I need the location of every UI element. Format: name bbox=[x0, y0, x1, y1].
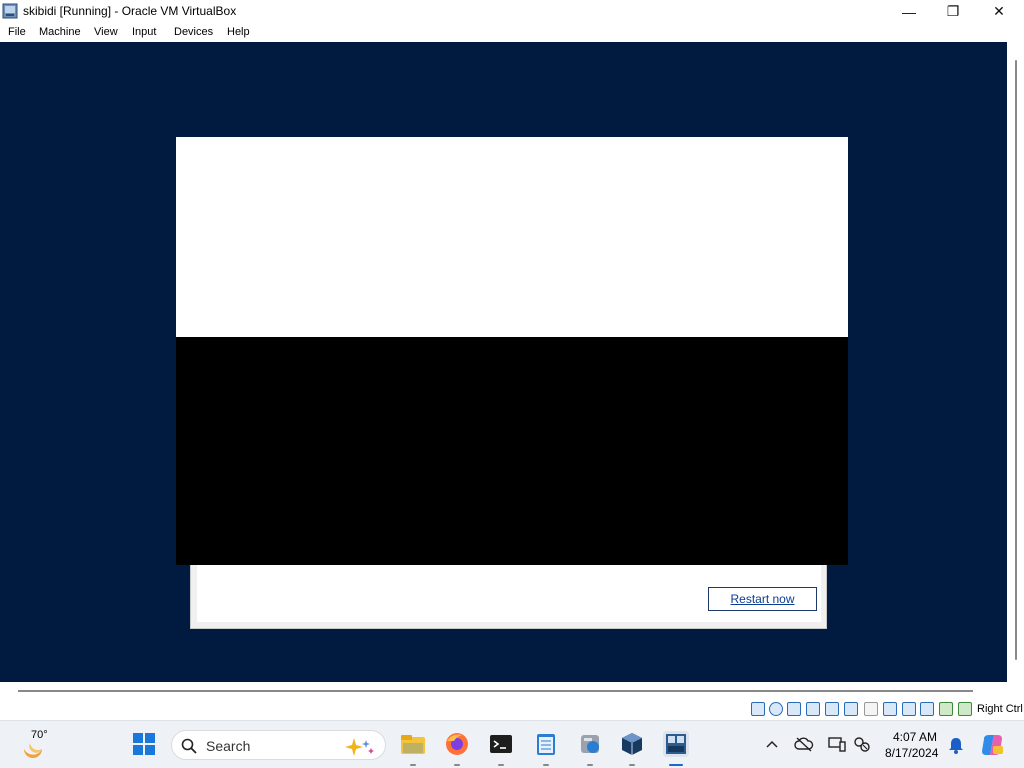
notepad-icon bbox=[537, 734, 555, 755]
copilot-sparkle-icon bbox=[345, 738, 374, 756]
dialog-redacted-area bbox=[176, 337, 848, 565]
firefox-icon bbox=[446, 733, 468, 755]
terminal-running-indicator bbox=[498, 764, 504, 766]
taskbar-app-firefox[interactable] bbox=[444, 731, 470, 757]
floppy-icon[interactable] bbox=[787, 702, 801, 716]
maximize-icon: ❐ bbox=[946, 3, 960, 19]
horizontal-scrollbar[interactable] bbox=[0, 682, 1024, 698]
copilot-icon[interactable] bbox=[980, 733, 1004, 757]
taskbar-search[interactable]: Search bbox=[171, 730, 386, 760]
network-disconnected-icon[interactable] bbox=[853, 736, 871, 752]
window-title: skibidi [Running] - Oracle VM VirtualBox bbox=[23, 4, 237, 18]
minimize-icon: — bbox=[902, 3, 916, 20]
usb-icon[interactable] bbox=[844, 702, 858, 716]
menu-input[interactable]: Input bbox=[132, 26, 156, 38]
host-key-label: Right Ctrl bbox=[977, 703, 1023, 715]
menu-devices[interactable]: Devices bbox=[174, 26, 213, 38]
windows-taskbar: 70° Search 4:07 AM 8/17/2024 bbox=[0, 720, 1024, 768]
search-icon bbox=[181, 738, 197, 754]
firefox-running-indicator bbox=[454, 764, 460, 766]
taskbar-app-virtualbox[interactable] bbox=[619, 731, 645, 757]
display-icon[interactable] bbox=[883, 702, 897, 716]
notifications-bell-icon[interactable] bbox=[948, 737, 964, 754]
guest-additions-icon[interactable] bbox=[939, 702, 953, 716]
show-hidden-icons-icon[interactable] bbox=[765, 738, 779, 750]
virtualbox-app-icon bbox=[2, 3, 18, 19]
taskbar-app-file-explorer[interactable] bbox=[400, 731, 426, 757]
restart-now-button[interactable]: Restart now bbox=[708, 587, 817, 611]
menu-machine[interactable]: Machine bbox=[39, 26, 81, 38]
start-button[interactable] bbox=[131, 731, 157, 757]
clock-time[interactable]: 4:07 AM bbox=[893, 730, 937, 744]
file-explorer-icon bbox=[401, 735, 425, 754]
close-icon: ✕ bbox=[993, 3, 1005, 19]
weather-icon bbox=[24, 743, 42, 758]
vertical-scrollbar[interactable] bbox=[1007, 42, 1024, 682]
weather-widget[interactable]: 70° bbox=[18, 729, 58, 761]
close-button[interactable]: ✕ bbox=[976, 0, 1022, 23]
taskbar-app-windows-server-2012[interactable] bbox=[663, 731, 689, 757]
virtualbox-running-indicator bbox=[629, 764, 635, 766]
windows-server-2012-icon bbox=[666, 734, 686, 754]
dialog-content-area bbox=[176, 137, 848, 337]
vm-display[interactable]: Restart now bbox=[0, 42, 1007, 682]
recording-icon[interactable] bbox=[902, 702, 916, 716]
dialog-footer-inner: Restart now bbox=[197, 565, 821, 622]
menu-bar: File Machine View Input Devices Help bbox=[0, 23, 1024, 42]
vertical-scrollbar-thumb[interactable] bbox=[1015, 60, 1017, 660]
weather-temperature: 70° bbox=[31, 729, 48, 741]
file-explorer-running-indicator bbox=[410, 764, 416, 766]
menu-file[interactable]: File bbox=[8, 26, 26, 38]
optical-drive-icon[interactable] bbox=[769, 702, 783, 716]
disk-running-indicator bbox=[587, 764, 593, 766]
disk-icon bbox=[581, 735, 599, 753]
mouse-integration-icon[interactable] bbox=[958, 702, 972, 716]
windows-server-2012-running-indicator bbox=[669, 764, 683, 766]
windows-logo-icon bbox=[133, 733, 155, 755]
vm-status-bar: Right Ctrl bbox=[0, 698, 1024, 720]
title-bar: skibidi [Running] - Oracle VM VirtualBox… bbox=[0, 0, 1024, 23]
vt-x-icon[interactable] bbox=[920, 702, 934, 716]
menu-help[interactable]: Help bbox=[227, 26, 250, 38]
network-icon[interactable] bbox=[825, 702, 839, 716]
shared-folders-icon[interactable] bbox=[864, 702, 878, 716]
hard-disk-icon[interactable] bbox=[751, 702, 765, 716]
terminal-icon bbox=[490, 735, 512, 753]
maximize-button[interactable]: ❐ bbox=[930, 0, 976, 23]
horizontal-scrollbar-thumb[interactable] bbox=[18, 690, 973, 692]
menu-view[interactable]: View bbox=[94, 26, 118, 38]
onedrive-offline-icon[interactable] bbox=[794, 736, 814, 752]
minimize-button[interactable]: — bbox=[886, 0, 932, 23]
notepad-running-indicator bbox=[543, 764, 549, 766]
clock-date[interactable]: 8/17/2024 bbox=[885, 746, 938, 760]
virtualbox-icon bbox=[622, 733, 642, 755]
screen-share-icon[interactable] bbox=[828, 736, 846, 752]
audio-icon[interactable] bbox=[806, 702, 820, 716]
search-placeholder: Search bbox=[206, 738, 251, 754]
taskbar-app-terminal[interactable] bbox=[488, 731, 514, 757]
taskbar-app-notepad[interactable] bbox=[533, 731, 559, 757]
dialog-footer: Restart now bbox=[190, 565, 827, 629]
taskbar-app-disk[interactable] bbox=[577, 731, 603, 757]
